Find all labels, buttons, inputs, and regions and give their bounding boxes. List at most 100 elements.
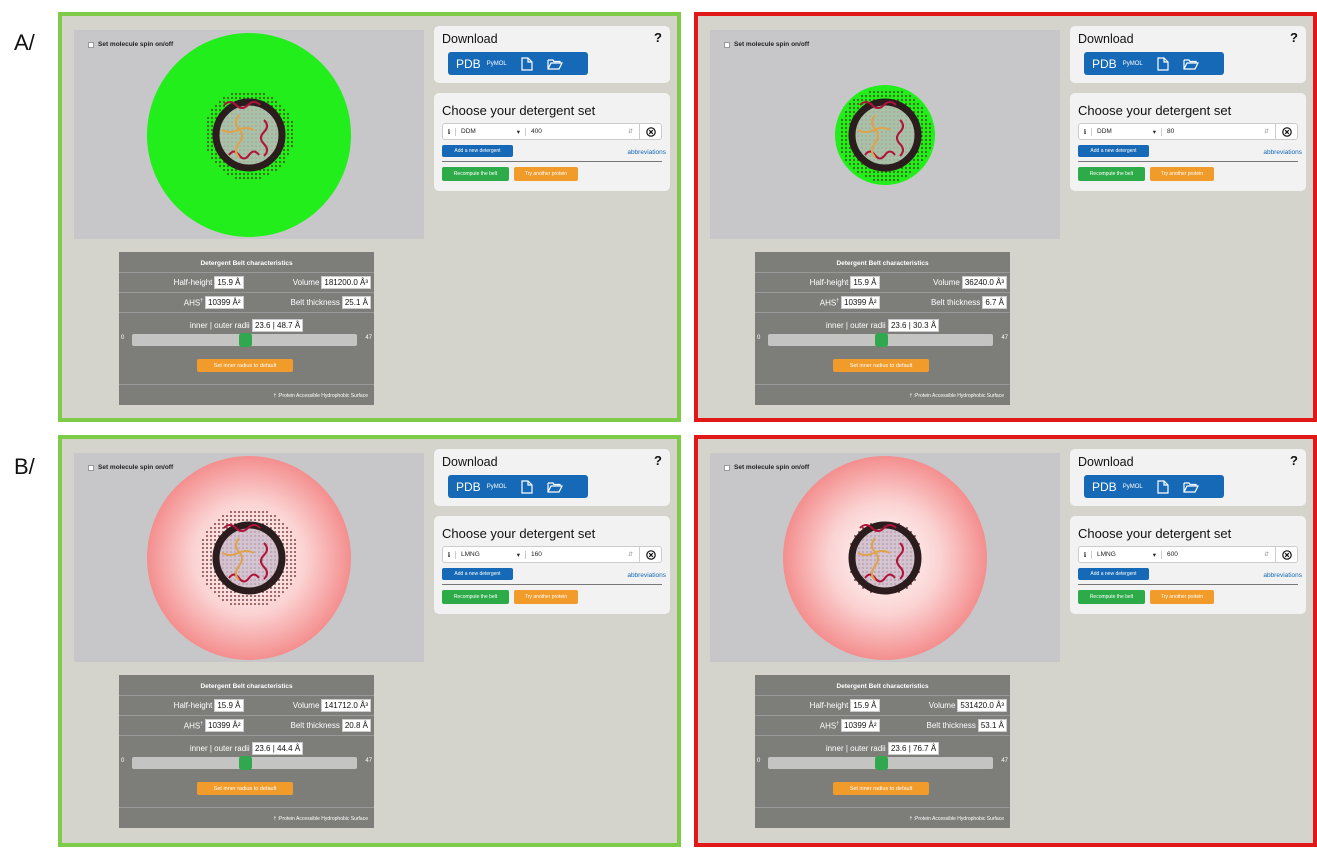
pymol-button[interactable]: PyMOL: [487, 61, 507, 67]
reset-inner-radius-button[interactable]: Set inner radius to default: [833, 359, 929, 372]
download-card: Download ? PDB PyMOL: [434, 26, 670, 83]
radii-row: inner | outer radii 23.6 | 48.7 Å: [119, 313, 374, 332]
help-button[interactable]: ?: [654, 453, 662, 468]
info-icon[interactable]: i: [443, 127, 456, 136]
belt-thickness-value: 6.7 Å: [982, 296, 1007, 309]
recompute-belt-button[interactable]: Recompute the belt: [1078, 167, 1145, 181]
slider-max: 47: [1001, 335, 1008, 341]
try-another-protein-button[interactable]: Try another protein: [1150, 590, 1214, 604]
detergent-row: i DDM ▾ 400 ⇵: [442, 123, 662, 140]
belt-characteristics: Detergent Belt characteristics Half-heig…: [755, 252, 1010, 405]
detergent-row: i LMNG ▾ 600 ⇵: [1078, 546, 1298, 563]
abbreviations-link[interactable]: abbreviations: [1263, 572, 1302, 579]
add-detergent-button[interactable]: Add a new detergent: [442, 568, 513, 580]
detergent-count-input[interactable]: 600 ⇵: [1162, 551, 1275, 558]
slider-thumb[interactable]: [238, 756, 252, 770]
chevron-down-icon: ▾: [1152, 551, 1156, 559]
molecule-viewer[interactable]: Set molecule spin on/off: [74, 30, 424, 239]
pdb-button[interactable]: PDB: [1092, 57, 1117, 71]
remove-detergent-icon[interactable]: [639, 547, 661, 562]
stepper-icon[interactable]: ⇵: [628, 128, 633, 135]
remove-detergent-icon[interactable]: [1275, 124, 1297, 139]
stepper-icon[interactable]: ⇵: [1264, 551, 1269, 558]
molecule-viewer[interactable]: Set molecule spin on/off: [710, 30, 1060, 239]
detergent-count-input[interactable]: 160 ⇵: [526, 551, 639, 558]
try-another-protein-button[interactable]: Try another protein: [1150, 167, 1214, 181]
reset-inner-radius-button[interactable]: Set inner radius to default: [197, 782, 293, 795]
help-button[interactable]: ?: [1290, 453, 1298, 468]
stepper-icon[interactable]: ⇵: [1264, 128, 1269, 135]
abbreviations-link[interactable]: abbreviations: [1263, 149, 1302, 156]
recompute-belt-button[interactable]: Recompute the belt: [442, 590, 509, 604]
info-icon[interactable]: i: [1079, 127, 1092, 136]
reset-inner-radius-button[interactable]: Set inner radius to default: [833, 782, 929, 795]
remove-detergent-icon[interactable]: [1275, 547, 1297, 562]
file-icon[interactable]: [521, 479, 533, 494]
slider-track[interactable]: [768, 333, 993, 347]
info-icon[interactable]: i: [443, 550, 456, 559]
info-icon[interactable]: i: [1079, 550, 1092, 559]
help-button[interactable]: ?: [1290, 30, 1298, 45]
detergent-select[interactable]: LMNG ▾: [456, 550, 526, 559]
pymol-button[interactable]: PyMOL: [1123, 484, 1143, 490]
remove-detergent-icon[interactable]: [639, 124, 661, 139]
abbreviations-link[interactable]: abbreviations: [627, 572, 666, 579]
file-icon[interactable]: [1157, 479, 1169, 494]
slider-thumb[interactable]: [874, 756, 888, 770]
molecule-viewer[interactable]: Set molecule spin on/off: [710, 453, 1060, 662]
slider-track[interactable]: [132, 333, 357, 347]
belt-thickness-label: Belt thickness: [926, 721, 976, 730]
inner-radius-slider[interactable]: 0 47: [119, 754, 374, 772]
pdb-button[interactable]: PDB: [456, 480, 481, 494]
recompute-belt-button[interactable]: Recompute the belt: [442, 167, 509, 181]
volume-label: Volume: [292, 701, 320, 710]
detergent-value: DDM: [1097, 127, 1112, 135]
slider-thumb[interactable]: [238, 333, 252, 347]
detergent-row: i LMNG ▾ 160 ⇵: [442, 546, 662, 563]
detergent-select[interactable]: LMNG ▾: [1092, 550, 1162, 559]
molecule-viewer[interactable]: Set molecule spin on/off: [74, 453, 424, 662]
ahs-value: 10399 Å²: [841, 719, 880, 732]
recompute-belt-button[interactable]: Recompute the belt: [1078, 590, 1145, 604]
stepper-icon[interactable]: ⇵: [628, 551, 633, 558]
add-detergent-button[interactable]: Add a new detergent: [1078, 145, 1149, 157]
folder-open-icon[interactable]: [1183, 481, 1199, 493]
detergent-select[interactable]: DDM ▾: [1092, 127, 1162, 136]
slider-thumb[interactable]: [874, 333, 888, 347]
help-button[interactable]: ?: [654, 30, 662, 45]
slider-track[interactable]: [132, 756, 357, 770]
inner-radius-slider[interactable]: 0 47: [755, 754, 1010, 772]
try-another-protein-button[interactable]: Try another protein: [514, 167, 578, 181]
detergent-count-input[interactable]: 400 ⇵: [526, 128, 639, 135]
radii-label: inner | outer radii: [189, 744, 250, 753]
pdb-button[interactable]: PDB: [1092, 480, 1117, 494]
detergent-select[interactable]: DDM ▾: [456, 127, 526, 136]
add-detergent-button[interactable]: Add a new detergent: [442, 145, 513, 157]
folder-open-icon[interactable]: [1183, 58, 1199, 70]
pdb-button[interactable]: PDB: [456, 57, 481, 71]
download-card: Download ? PDB PyMOL: [1070, 449, 1306, 506]
file-icon[interactable]: [1157, 56, 1169, 71]
detergent-row: i DDM ▾ 80 ⇵: [1078, 123, 1298, 140]
add-detergent-button[interactable]: Add a new detergent: [1078, 568, 1149, 580]
folder-open-icon[interactable]: [547, 481, 563, 493]
try-another-protein-button[interactable]: Try another protein: [514, 590, 578, 604]
slider-track[interactable]: [768, 756, 993, 770]
pymol-button[interactable]: PyMOL: [487, 484, 507, 490]
folder-open-icon[interactable]: [547, 58, 563, 70]
detergent-count-input[interactable]: 80 ⇵: [1162, 128, 1275, 135]
file-icon[interactable]: [521, 56, 533, 71]
count-value: 600: [1167, 551, 1178, 558]
volume-value: 141712.0 Å³: [321, 699, 371, 712]
half-height-value: 15.9 Å: [850, 276, 880, 289]
reset-inner-radius-button[interactable]: Set inner radius to default: [197, 359, 293, 372]
ahs-label: AHS†: [819, 720, 840, 731]
detergent-title: Choose your detergent set: [1078, 526, 1232, 541]
pymol-button[interactable]: PyMOL: [1123, 61, 1143, 67]
panel-b-left: Set molecule spin on/off Detergent Belt …: [58, 435, 681, 847]
inner-radius-slider[interactable]: 0 47: [755, 331, 1010, 349]
inner-radius-slider[interactable]: 0 47: [119, 331, 374, 349]
abbreviations-link[interactable]: abbreviations: [627, 149, 666, 156]
half-height-value: 15.9 Å: [850, 699, 880, 712]
panel-b-right: Set molecule spin on/off Detergent Belt …: [694, 435, 1317, 847]
